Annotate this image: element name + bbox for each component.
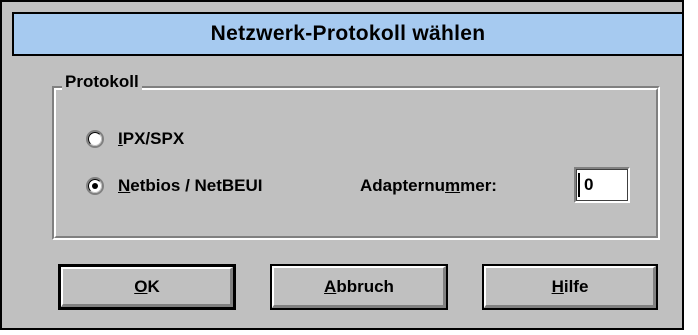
radio-ipx-spx[interactable]: IPX/SPX	[86, 129, 184, 149]
protocol-dialog: Netzwerk-Protokoll wählen Protokoll IPX/…	[0, 0, 684, 330]
ok-button-label: OK	[134, 277, 160, 296]
ok-button[interactable]: OK	[58, 264, 236, 310]
radio-ipx-spx-label[interactable]: IPX/SPX	[118, 129, 184, 149]
radio-netbios-netbeui[interactable]: Netbios / NetBEUI	[86, 176, 263, 196]
protocol-groupbox	[52, 86, 660, 240]
adapter-number-input[interactable]	[574, 167, 630, 203]
dialog-title: Netzwerk-Protokoll wählen	[210, 22, 486, 45]
radio-ipx-spx-circle[interactable]	[86, 130, 104, 148]
cancel-button[interactable]: Abbruch	[270, 264, 448, 310]
radio-netbios-netbeui-circle[interactable]	[86, 177, 104, 195]
help-button-label: Hilfe	[551, 277, 589, 296]
adapter-number-label: Adapternummer:	[360, 176, 497, 195]
cancel-button-label: Abbruch	[324, 277, 394, 296]
help-button[interactable]: Hilfe	[482, 264, 658, 310]
radio-netbios-netbeui-label[interactable]: Netbios / NetBEUI	[118, 176, 263, 196]
title-bar: Netzwerk-Protokoll wählen	[12, 12, 684, 56]
text-caret	[578, 173, 580, 197]
protocol-group-label: Protokoll	[62, 72, 142, 92]
